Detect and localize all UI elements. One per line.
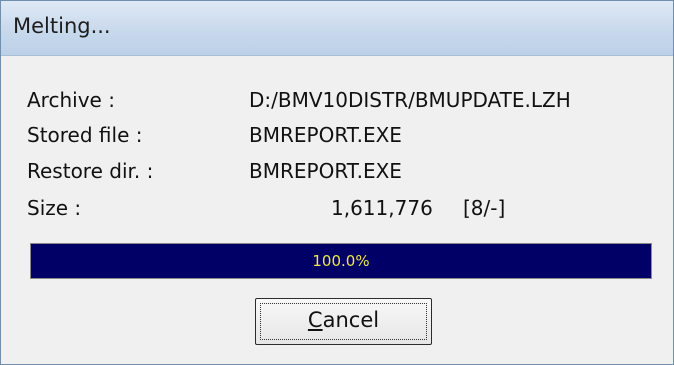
window-title: Melting... xyxy=(13,14,111,38)
size-value: 1,611,776 xyxy=(331,196,433,220)
size-label: Size : xyxy=(27,196,82,220)
archive-label: Archive : xyxy=(27,88,115,112)
progress-bar: 100.0% xyxy=(30,243,652,279)
size-index: [8/-] xyxy=(463,196,506,220)
stored-file-label: Stored file : xyxy=(27,123,143,147)
melting-dialog: Melting... Archive : D:/BMV10DISTR/BMUPD… xyxy=(0,0,674,365)
cancel-button-label: Cancel xyxy=(307,308,380,332)
stored-file-value: BMREPORT.EXE xyxy=(249,123,402,147)
progress-text: 100.0% xyxy=(312,252,370,270)
title-bar[interactable]: Melting... xyxy=(1,1,673,56)
cancel-button[interactable]: Cancel xyxy=(255,298,432,345)
restore-dir-label: Restore dir. : xyxy=(27,159,154,183)
archive-value: D:/BMV10DISTR/BMUPDATE.LZH xyxy=(249,88,571,112)
restore-dir-value: BMREPORT.EXE xyxy=(249,159,402,183)
